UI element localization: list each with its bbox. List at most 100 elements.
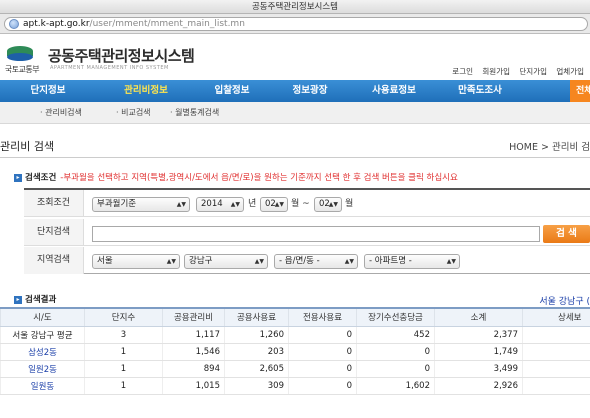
nav-item-info-plaza[interactable]: 정보광장	[280, 80, 340, 102]
site-title[interactable]: 공동주택관리정보시스템	[48, 45, 195, 66]
chevron-down-icon: ▲▼	[344, 258, 354, 265]
breadcrumb-home[interactable]: HOME	[509, 142, 538, 153]
chevron-down-icon: ▲▼	[230, 201, 240, 208]
cell-private-usage: 0	[288, 360, 357, 378]
region-sido-select[interactable]: 서울 ▲▼	[92, 254, 180, 269]
cell-detail[interactable]	[522, 326, 590, 344]
region-gu-select[interactable]: 강남구 ▲▼	[184, 254, 268, 269]
month-from-unit: 월 ~	[291, 199, 310, 209]
year-unit: 년	[248, 199, 257, 209]
cell-subtotal: 1,749	[434, 343, 523, 361]
table-row: 일원동 1 1,015 309 0 1,602 2,926	[0, 377, 590, 395]
col-header: 장기수선충당금	[356, 307, 435, 327]
bottom-fade	[0, 406, 590, 418]
results-header: ▸ 검색결과 서울 강남구 (	[14, 293, 590, 307]
logo-text: 국토교통부	[4, 65, 40, 74]
cell-region-link[interactable]: 일원동	[0, 377, 85, 395]
cell-detail[interactable]	[522, 343, 590, 361]
month-to-select[interactable]: 02 ▲▼	[314, 197, 342, 212]
cell-common-mgmt: 1,015	[162, 377, 225, 395]
cell-repair-reserve: 1,602	[356, 377, 435, 395]
table-row: 서울 강남구 평균 3 1,117 1,260 0 452 2,377	[0, 326, 590, 344]
company-join-link[interactable]: 업체가입	[556, 67, 584, 76]
col-header: 공용사용료	[224, 307, 289, 327]
region-dong-select[interactable]: - 읍/면/동 - ▲▼	[274, 254, 358, 269]
cell-count: 3	[84, 326, 163, 344]
nav-item-usage-fee[interactable]: 사용료정보	[360, 80, 428, 102]
chevron-right-icon: ▸	[14, 173, 22, 182]
subnav-item-fee-search[interactable]: · 관리비검색	[40, 107, 82, 118]
url-host: apt.k-apt.go.kr	[23, 19, 90, 29]
cell-common-mgmt: 894	[162, 360, 225, 378]
search-form: 조회조건 부과월기준 ▲▼ 2014 ▲▼ 년 02 ▲▼ 월 ~ 02 ▲▼ 월 단지…	[24, 188, 590, 274]
globe-icon	[9, 19, 19, 29]
region-apt-select[interactable]: - 아파트명 - ▲▼	[364, 254, 460, 269]
search-row-region: 지역검색 서울 ▲▼ 강남구 ▲▼ - 읍/면/동 - ▲▼ - 아파트명 - ▲▼	[24, 247, 590, 274]
chevron-down-icon: ▲▼	[176, 201, 186, 208]
complex-search-input[interactable]	[92, 226, 540, 242]
results-label: 검색결과	[25, 295, 57, 305]
page-title: 관리비 검색	[0, 140, 55, 153]
cell-private-usage: 0	[288, 377, 357, 395]
nav-item-complex-info[interactable]: 단지정보	[18, 80, 78, 102]
cell-region: 서울 강남구 평균	[0, 326, 85, 344]
cell-repair-reserve: 0	[356, 343, 435, 361]
nav-item-all[interactable]: 전체	[570, 80, 590, 102]
col-header: 단지수	[84, 307, 163, 327]
search-row-complex: 단지검색 검 색	[24, 219, 590, 246]
cell-detail[interactable]	[522, 377, 590, 395]
search-row-period: 조회조건 부과월기준 ▲▼ 2014 ▲▼ 년 02 ▲▼ 월 ~ 02 ▲▼ 월	[24, 190, 590, 217]
period-type-select[interactable]: 부과월기준 ▲▼	[92, 197, 190, 212]
nav-item-bid-info[interactable]: 입찰정보	[202, 80, 262, 102]
signup-link[interactable]: 회원가입	[482, 67, 510, 76]
nav-item-fee-info[interactable]: 관리비정보	[110, 80, 182, 102]
cell-common-usage: 1,260	[224, 326, 289, 344]
cell-count: 1	[84, 377, 163, 395]
col-header: 전용사용료	[288, 307, 357, 327]
month-from-select[interactable]: 02 ▲▼	[260, 197, 288, 212]
cell-region-link[interactable]: 일원2동	[0, 360, 85, 378]
cell-subtotal: 2,926	[434, 377, 523, 395]
period-label: 조회조건	[24, 190, 84, 216]
cell-count: 1	[84, 360, 163, 378]
breadcrumb-current: 관리비 검	[552, 142, 590, 153]
complex-join-link[interactable]: 단지가입	[519, 67, 547, 76]
utility-links: 로그인 회원가입 단지가입 업체가입	[445, 66, 584, 77]
breadcrumb-separator: >	[541, 142, 549, 153]
login-link[interactable]: 로그인	[452, 67, 473, 76]
results-table: 시/도 단지수 공용관리비 공용사용료 전용사용료 장기수선충당금 소계 상세보…	[0, 307, 590, 395]
complex-label: 단지검색	[24, 219, 84, 245]
chevron-down-icon: ▲▼	[274, 201, 284, 208]
cell-region-link[interactable]: 삼성2동	[0, 343, 85, 361]
col-header: 시/도	[0, 307, 85, 327]
subnav-item-monthly-stats[interactable]: · 월별통계검색	[170, 107, 219, 118]
search-condition-line: ▸ 검색조건 -부과월을 선택하고 지역(특별,광역시/도에서 읍/면/로)을 원하…	[14, 171, 458, 183]
cell-common-usage: 309	[224, 377, 289, 395]
cell-repair-reserve: 452	[356, 326, 435, 344]
chevron-down-icon: ▲▼	[328, 201, 338, 208]
nav-item-satisfaction[interactable]: 만족도조사	[446, 80, 514, 102]
chevron-down-icon: ▲▼	[446, 258, 456, 265]
search-button[interactable]: 검 색	[543, 225, 590, 243]
address-bar: apt.k-apt.go.kr/user/mment/mment_main_li…	[0, 14, 590, 34]
site-subtitle: APARTMENT MANAGEMENT INFO SYSTEM	[50, 65, 169, 71]
col-header: 공용관리비	[162, 307, 225, 327]
table-header-row: 시/도 단지수 공용관리비 공용사용료 전용사용료 장기수선충당금 소계 상세보	[0, 307, 590, 327]
cell-common-usage: 2,605	[224, 360, 289, 378]
url-field[interactable]: apt.k-apt.go.kr/user/mment/mment_main_li…	[4, 17, 588, 31]
search-condition-note: -부과월을 선택하고 지역(특별,광역시/도에서 읍/면/로)을 원하는 기준까…	[60, 173, 458, 183]
ministry-logo[interactable]: 국토교통부	[1, 43, 41, 77]
cell-private-usage: 0	[288, 343, 357, 361]
chevron-down-icon: ▲▼	[254, 258, 264, 265]
col-header: 상세보	[522, 307, 590, 327]
page-heading: 관리비 검색 HOME > 관리비 검	[0, 136, 590, 158]
year-select[interactable]: 2014 ▲▼	[196, 197, 244, 212]
cell-count: 1	[84, 343, 163, 361]
cell-common-usage: 203	[224, 343, 289, 361]
subnav-item-compare-search[interactable]: · 비교검색	[116, 107, 151, 118]
cell-repair-reserve: 0	[356, 360, 435, 378]
col-header: 소계	[434, 307, 523, 327]
window-title: 공동주택관리정보시스템	[0, 0, 590, 14]
logo-mark-blue	[7, 53, 33, 61]
cell-detail[interactable]	[522, 360, 590, 378]
